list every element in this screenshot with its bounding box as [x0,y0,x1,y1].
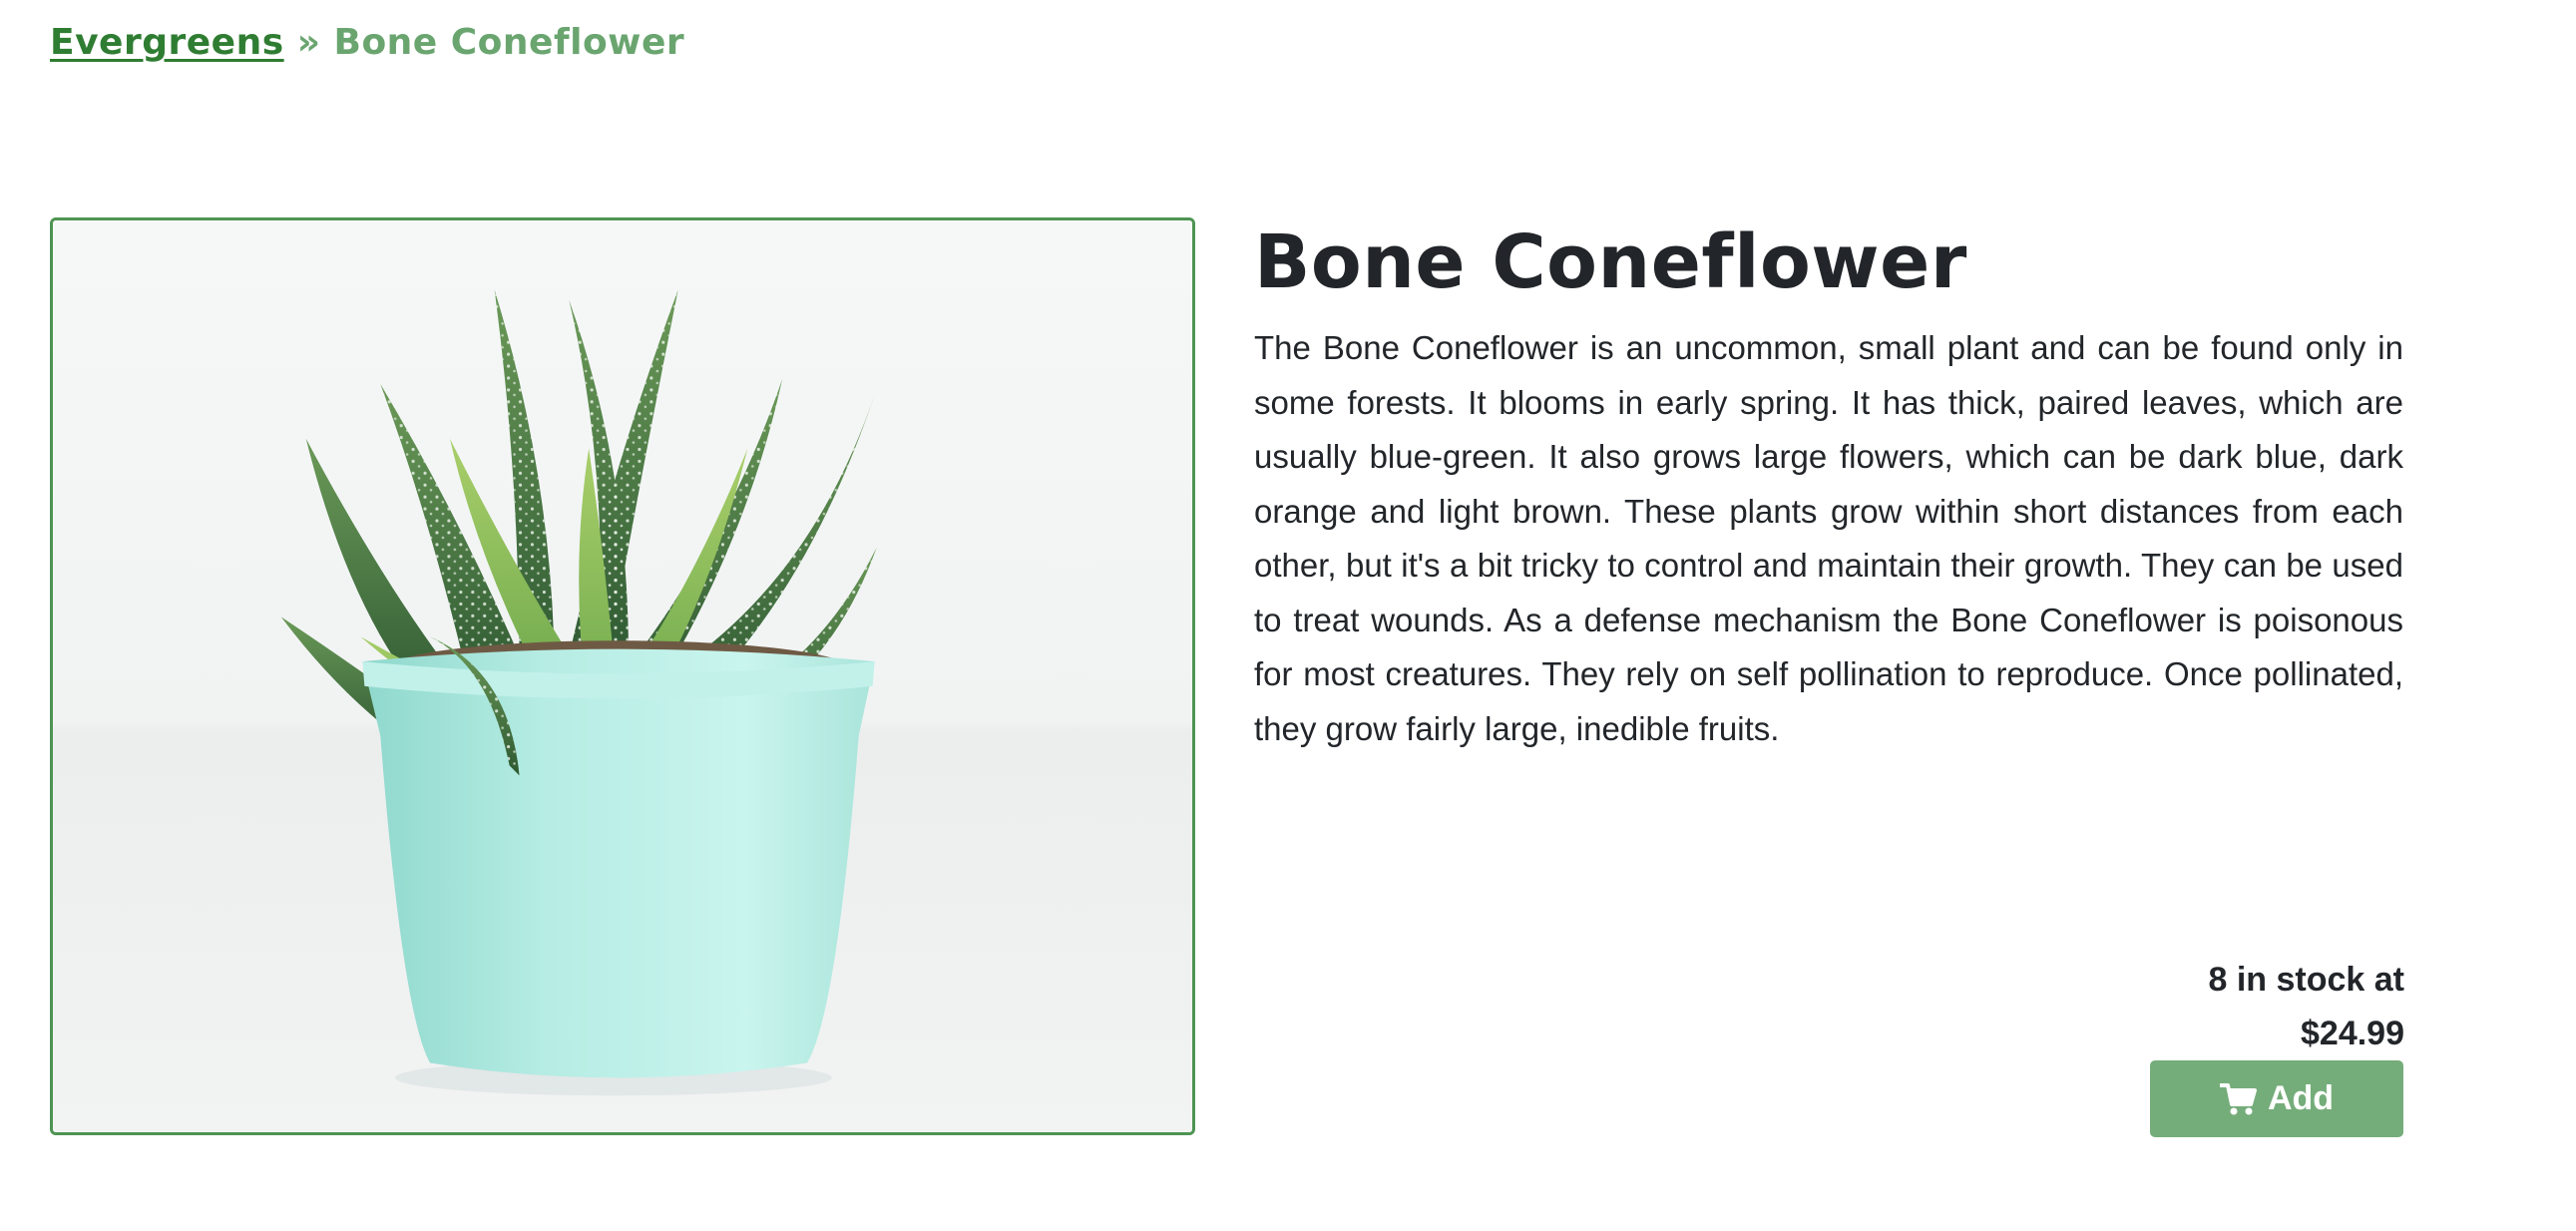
product-image [50,217,1195,1135]
breadcrumb: Evergreens » Bone Coneflower [50,22,684,63]
breadcrumb-link-evergreens[interactable]: Evergreens [50,22,284,63]
shopping-cart-icon [2219,1082,2257,1114]
stock-price-block: 8 in stock at $24.99 [2208,953,2404,1060]
succulent-pot-illustration [53,220,1192,1132]
product-title: Bone Coneflower [1254,219,1967,305]
breadcrumb-separator: » [296,22,321,63]
product-description: The Bone Coneflower is an uncommon, smal… [1254,329,2403,747]
breadcrumb-current: Bone Coneflower [333,22,685,63]
product-page: Evergreens » Bone Coneflower Bone Conefl… [0,0,2576,1231]
add-to-cart-button[interactable]: Add [2150,1060,2403,1137]
price: $24.99 [2301,1015,2404,1052]
add-button-label: Add [2267,1079,2335,1117]
stock-text: 8 in stock at [2208,961,2404,999]
